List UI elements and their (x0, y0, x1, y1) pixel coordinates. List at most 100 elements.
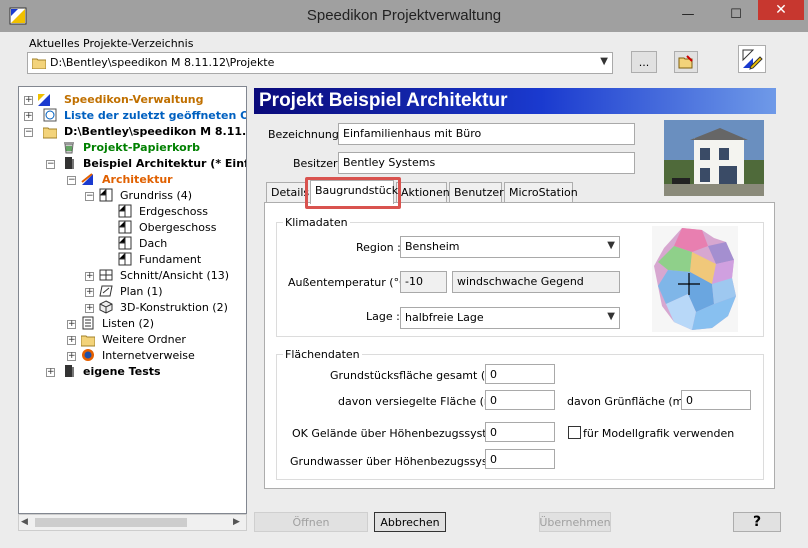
temperature-value: -10 (400, 271, 447, 293)
tab-aktionen[interactable]: Aktionen (396, 182, 450, 202)
germany-climate-map[interactable] (652, 226, 738, 332)
expand-icon[interactable]: + (24, 112, 33, 121)
cancel-button[interactable]: Abbrechen (374, 512, 446, 532)
floorplan-icon (99, 188, 113, 202)
folder-open-icon (678, 55, 693, 69)
tree-item-eigene-tests[interactable]: eigene Tests (83, 364, 161, 380)
ok-gelaende-label: OK Gelände über Höhenbezugssystem : (292, 427, 512, 440)
ok-gelaende-input[interactable]: 0 (485, 422, 555, 442)
directory-path: D:\Bentley\speedikon M 8.11.12\Projekte (50, 56, 275, 69)
recent-list-icon (43, 108, 57, 122)
tree-item-papierkorb[interactable]: Projekt-Papierkorb (83, 140, 200, 156)
project-header: Projekt Beispiel Architektur (254, 88, 776, 114)
lage-value: halbfreie Lage (405, 311, 484, 324)
expand-icon[interactable]: + (67, 336, 76, 345)
close-button[interactable]: ✕ (758, 0, 804, 20)
project-tree[interactable]: + Speedikon-Verwaltung + Liste der zulet… (18, 86, 247, 514)
tree-item-weitere-ordner[interactable]: Weitere Ordner (102, 332, 186, 348)
edit-button[interactable] (738, 45, 766, 73)
gruen-label: davon Grünfläche (m²) : (567, 395, 700, 408)
floorplan-icon (118, 252, 132, 266)
tree-item-internetverweise[interactable]: Internetverweise (102, 348, 195, 364)
wind-value: windschwache Gegend (452, 271, 620, 293)
modellgrafik-label: für Modellgrafik verwenden (583, 427, 735, 440)
versiegelt-input[interactable]: 0 (485, 390, 555, 410)
region-value: Bensheim (405, 240, 460, 253)
region-select[interactable]: Bensheim ▼ (400, 236, 620, 258)
firefox-icon (82, 349, 94, 361)
expand-icon[interactable]: + (67, 352, 76, 361)
tree-item-architektur[interactable]: Architektur (102, 172, 173, 188)
collapse-icon[interactable]: − (24, 128, 33, 137)
expand-icon[interactable]: + (67, 320, 76, 329)
minimize-button[interactable]: — (664, 0, 712, 28)
expand-icon[interactable]: + (85, 272, 94, 281)
floorplan-icon (118, 220, 132, 234)
title-bar: Speedikon Projektverwaltung — ☐ ✕ (0, 0, 808, 32)
edit-pen-icon (742, 49, 763, 70)
apply-button[interactable]: Übernehmen (539, 512, 611, 532)
gruen-input[interactable]: 0 (681, 390, 751, 410)
tree-item-erdgeschoss[interactable]: Erdgeschoss (139, 204, 208, 220)
chevron-down-icon: ▼ (607, 240, 615, 251)
scroll-left-icon[interactable]: ◀ (21, 517, 28, 527)
region-label: Region : (356, 241, 401, 254)
tree-item-recent[interactable]: Liste der zuletzt geöffneten Objekte (64, 108, 246, 124)
grundwasser-label: Grundwasser über Höhenbezugssystem : (290, 455, 517, 468)
tree-horizontal-scrollbar[interactable]: ◀ ▶ (18, 514, 247, 531)
expand-icon[interactable]: + (46, 368, 55, 377)
project-house-image (664, 120, 764, 196)
collapse-icon[interactable]: − (67, 176, 76, 185)
tree-item-project-root[interactable]: D:\Bentley\speedikon M 8.11.12\Projekte (64, 124, 246, 140)
collapse-icon[interactable]: − (46, 160, 55, 169)
modellgrafik-checkbox[interactable] (568, 426, 581, 439)
section-icon (99, 269, 113, 281)
gesamt-input[interactable]: 0 (485, 364, 555, 384)
collapse-icon[interactable]: − (85, 192, 94, 201)
scroll-right-icon[interactable]: ▶ (233, 517, 240, 527)
expand-icon[interactable]: + (24, 96, 33, 105)
tree-item-beispiel-architektur[interactable]: Beispiel Architektur (* Einfamilienhaus … (83, 156, 246, 172)
trash-icon (64, 142, 74, 154)
folder-icon (81, 335, 95, 347)
list-icon (82, 316, 94, 330)
expand-icon[interactable]: + (85, 288, 94, 297)
lage-select[interactable]: halbfreie Lage ▼ (400, 307, 620, 329)
folder-icon (32, 58, 46, 69)
klimadaten-title: Klimadaten (283, 216, 350, 229)
bezeichnung-label: Bezeichnung: (268, 128, 343, 141)
floorplan-icon (118, 204, 132, 218)
floorplan-icon (118, 236, 132, 250)
tab-benutzer[interactable]: Benutzer (449, 182, 504, 202)
open-button[interactable]: Öffnen (254, 512, 368, 532)
tab-microstation[interactable]: MicroStation (504, 182, 578, 202)
open-folder-button[interactable] (674, 51, 698, 73)
folder-icon (43, 127, 57, 139)
browse-button[interactable]: ... (631, 51, 657, 73)
cube-icon (99, 300, 113, 314)
expand-icon[interactable]: + (85, 304, 94, 313)
architektur-icon (81, 173, 93, 185)
tree-item-3d[interactable]: 3D-Konstruktion (2) (120, 300, 228, 316)
tree-item-speedikon-verwaltung[interactable]: Speedikon-Verwaltung (64, 92, 203, 108)
besitzer-input[interactable]: Bentley Systems (338, 152, 635, 174)
help-button[interactable]: ? (733, 512, 781, 532)
tree-item-plan[interactable]: Plan (1) (120, 284, 162, 300)
maximize-button[interactable]: ☐ (712, 0, 760, 28)
besitzer-label: Besitzer: (293, 157, 341, 170)
project-book-icon (65, 157, 74, 169)
flaechendaten-title: Flächendaten (283, 348, 362, 361)
tree-item-listen[interactable]: Listen (2) (102, 316, 154, 332)
tree-item-dach[interactable]: Dach (139, 236, 167, 252)
scrollbar-thumb[interactable] (35, 518, 187, 527)
tree-item-schnitt[interactable]: Schnitt/Ansicht (13) (120, 268, 229, 284)
tree-item-grundriss[interactable]: Grundriss (4) (120, 188, 192, 204)
bezeichnung-input[interactable]: Einfamilienhaus mit Büro (338, 123, 635, 145)
tab-details[interactable]: Details (266, 182, 309, 202)
grundwasser-input[interactable]: 0 (485, 449, 555, 469)
chevron-down-icon: ▼ (600, 56, 608, 67)
directory-combo[interactable]: D:\Bentley\speedikon M 8.11.12\Projekte … (27, 52, 613, 74)
temperature-label: Außentemperatur (°C) : (288, 276, 419, 289)
tree-item-fundament[interactable]: Fundament (139, 252, 201, 268)
tree-item-obergeschoss[interactable]: Obergeschoss (139, 220, 216, 236)
